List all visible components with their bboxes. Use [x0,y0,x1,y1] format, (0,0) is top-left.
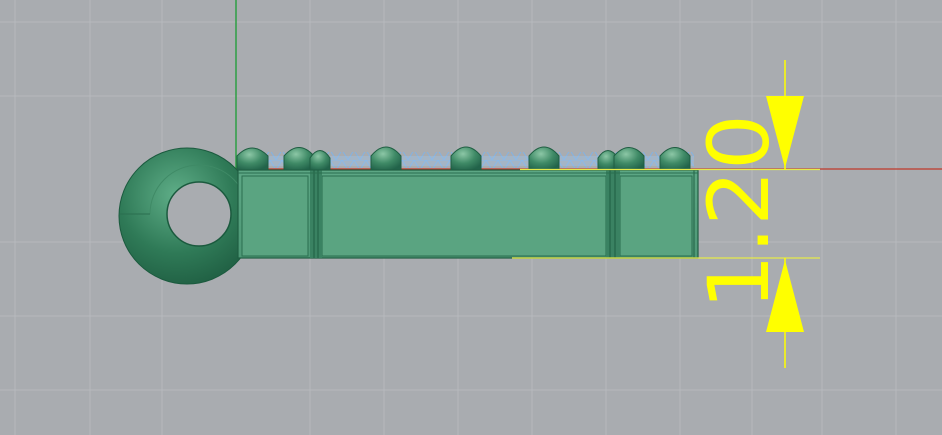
prong-heads [236,146,691,171]
viewport-canvas[interactable]: 1.20 [0,0,942,435]
3d-viewport[interactable]: 1.20 [0,0,942,435]
dimension-value: 1.20 [690,114,788,310]
bar-body[interactable] [237,169,699,259]
jump-ring[interactable] [118,147,256,285]
pendant-model[interactable] [118,146,699,285]
